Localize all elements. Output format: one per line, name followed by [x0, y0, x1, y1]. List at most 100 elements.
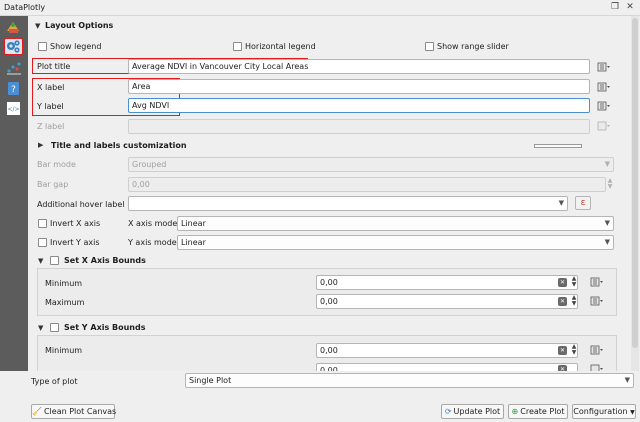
- invert-y-label: Invert Y axis: [50, 238, 100, 247]
- data-defined-override-icon[interactable]: [597, 61, 611, 73]
- svg-text:?: ?: [11, 85, 16, 95]
- plot-properties-icon[interactable]: [4, 59, 23, 76]
- show-legend-checkbox[interactable]: [38, 42, 47, 51]
- chevron-down-icon: ▼: [604, 160, 610, 168]
- create-plot-label: Create Plot: [520, 407, 565, 416]
- data-defined-override-icon[interactable]: [590, 276, 604, 288]
- create-plot-button[interactable]: ⊕ Create Plot: [508, 404, 568, 419]
- type-of-plot-label: Type of plot: [31, 377, 78, 386]
- svg-text:</>: </>: [7, 106, 19, 113]
- x-max-input[interactable]: 0,00: [316, 294, 578, 309]
- show-range-slider-label: Show range slider: [437, 42, 509, 51]
- z-label-input[interactable]: [128, 119, 590, 134]
- bar-mode-value: Grouped: [132, 160, 167, 169]
- bar-gap-label: Bar gap: [37, 180, 69, 189]
- title-customization-header[interactable]: Title and labels customization: [51, 141, 187, 150]
- bottom-panel: Type of plot Single Plot ▼ 🧹 Clean Plot C…: [0, 371, 640, 422]
- scrollbar-thumb[interactable]: [632, 18, 638, 348]
- set-x-bounds-checkbox[interactable]: [50, 256, 59, 265]
- chevron-down-icon: ▼: [630, 409, 635, 416]
- y-axis-mode-label: Y axis mode: [128, 238, 177, 247]
- bar-mode-select[interactable]: Grouped ▼: [128, 157, 614, 172]
- layout-options-title[interactable]: Layout Options: [45, 21, 113, 30]
- bar-gap-input[interactable]: 0,00: [128, 177, 606, 192]
- configuration-button[interactable]: Configuration ▼: [572, 404, 636, 419]
- invert-x-checkbox[interactable]: [38, 219, 47, 228]
- hover-label-label: Additional hover label: [37, 200, 125, 209]
- close-icon[interactable]: ✕: [624, 2, 636, 13]
- data-defined-override-icon[interactable]: [590, 295, 604, 307]
- show-legend-label: Show legend: [50, 42, 102, 51]
- type-of-plot-value: Single Plot: [189, 376, 232, 385]
- configuration-label: Configuration: [573, 407, 628, 416]
- settings-gears-icon[interactable]: [4, 38, 23, 55]
- data-defined-override-icon[interactable]: [597, 100, 611, 112]
- z-label-label: Z label: [37, 122, 65, 131]
- float-window-icon[interactable]: ❐: [609, 2, 621, 13]
- data-defined-override-icon[interactable]: [590, 363, 604, 371]
- hover-label-input[interactable]: ▼: [128, 196, 568, 211]
- y-min-label: Minimum: [45, 346, 83, 355]
- clear-icon[interactable]: ✕: [558, 297, 567, 306]
- add-icon: ⊕: [511, 407, 519, 416]
- clean-plot-canvas-button[interactable]: 🧹 Clean Plot Canvas: [31, 404, 117, 419]
- layout-options-panel: ▼ Layout Options Show legend Horizontal …: [29, 16, 631, 371]
- x-label-label: X label: [37, 83, 65, 92]
- x-axis-mode-select[interactable]: Linear ▼: [177, 216, 614, 231]
- set-y-bounds-title[interactable]: Set Y Axis Bounds: [64, 323, 146, 332]
- x-max-spinner[interactable]: ▲ ▼: [570, 295, 578, 307]
- invert-x-label: Invert X axis: [50, 219, 101, 228]
- clear-icon[interactable]: ✕: [558, 278, 567, 287]
- dataplotly-logo-icon[interactable]: [4, 19, 23, 36]
- horizontal-legend-checkbox[interactable]: [233, 42, 242, 51]
- y-min-input[interactable]: 0,00: [316, 343, 578, 358]
- y-max-input[interactable]: 0,00: [316, 363, 578, 371]
- y-min-spinner[interactable]: ▲ ▼: [570, 344, 578, 356]
- update-plot-label: Update Plot: [453, 407, 501, 416]
- show-range-slider-checkbox[interactable]: [425, 42, 434, 51]
- horizontal-legend-label: Horizontal legend: [245, 42, 316, 51]
- expression-button[interactable]: ε: [575, 196, 591, 210]
- clear-icon[interactable]: ✕: [558, 346, 567, 355]
- chevron-down-icon: ▼: [558, 199, 564, 207]
- invert-y-checkbox[interactable]: [38, 238, 47, 247]
- data-defined-override-icon[interactable]: [597, 81, 611, 93]
- set-x-bounds-title[interactable]: Set X Axis Bounds: [64, 256, 146, 265]
- x-min-label: Minimum: [45, 279, 83, 288]
- y-axis-mode-value: Linear: [181, 238, 206, 247]
- data-defined-override-icon[interactable]: [597, 120, 611, 132]
- x-axis-mode-value: Linear: [181, 219, 206, 228]
- refresh-icon: ⟳: [444, 407, 452, 416]
- chevron-down-icon: ▼: [624, 376, 630, 384]
- expand-triangle-icon[interactable]: ▶: [38, 141, 43, 149]
- type-of-plot-select[interactable]: Single Plot ▼: [185, 373, 634, 388]
- clean-plot-canvas-label: Clean Plot Canvas: [43, 407, 117, 416]
- window-titlebar: DataPlotly ❐ ✕: [0, 0, 640, 16]
- bar-mode-label: Bar mode: [37, 160, 76, 169]
- data-defined-override-icon[interactable]: [590, 344, 604, 356]
- collapse-triangle-icon[interactable]: ▼: [38, 257, 43, 265]
- help-icon[interactable]: ?: [4, 80, 23, 97]
- x-min-spinner[interactable]: ▲ ▼: [570, 276, 578, 288]
- set-y-bounds-checkbox[interactable]: [50, 323, 59, 332]
- collapse-triangle-icon[interactable]: ▼: [38, 324, 43, 332]
- chevron-down-icon: ▼: [604, 238, 610, 246]
- x-max-label: Maximum: [45, 298, 85, 307]
- code-icon[interactable]: </>: [4, 100, 23, 117]
- window-title: DataPlotly: [4, 3, 46, 12]
- broom-icon: 🧹: [32, 407, 42, 416]
- chevron-down-icon: ▼: [604, 219, 610, 227]
- color-swatch-bar[interactable]: [534, 144, 582, 148]
- plot-title-label: Plot title: [37, 62, 71, 71]
- x-label-input[interactable]: Area: [128, 79, 590, 94]
- y-axis-mode-select[interactable]: Linear ▼: [177, 235, 614, 250]
- update-plot-button[interactable]: ⟳ Update Plot: [441, 404, 504, 419]
- collapse-triangle-icon[interactable]: ▼: [35, 22, 40, 30]
- x-axis-mode-label: X axis mode: [128, 219, 178, 228]
- bar-gap-spinner[interactable]: ▲ ▼: [606, 178, 614, 190]
- y-label-label: Y label: [37, 102, 64, 111]
- sidebar: ? </>: [0, 16, 28, 402]
- x-min-input[interactable]: 0,00: [316, 275, 578, 290]
- plot-title-input[interactable]: Average NDVI in Vancouver City Local Are…: [128, 59, 590, 74]
- y-label-input[interactable]: Avg NDVI: [128, 98, 590, 113]
